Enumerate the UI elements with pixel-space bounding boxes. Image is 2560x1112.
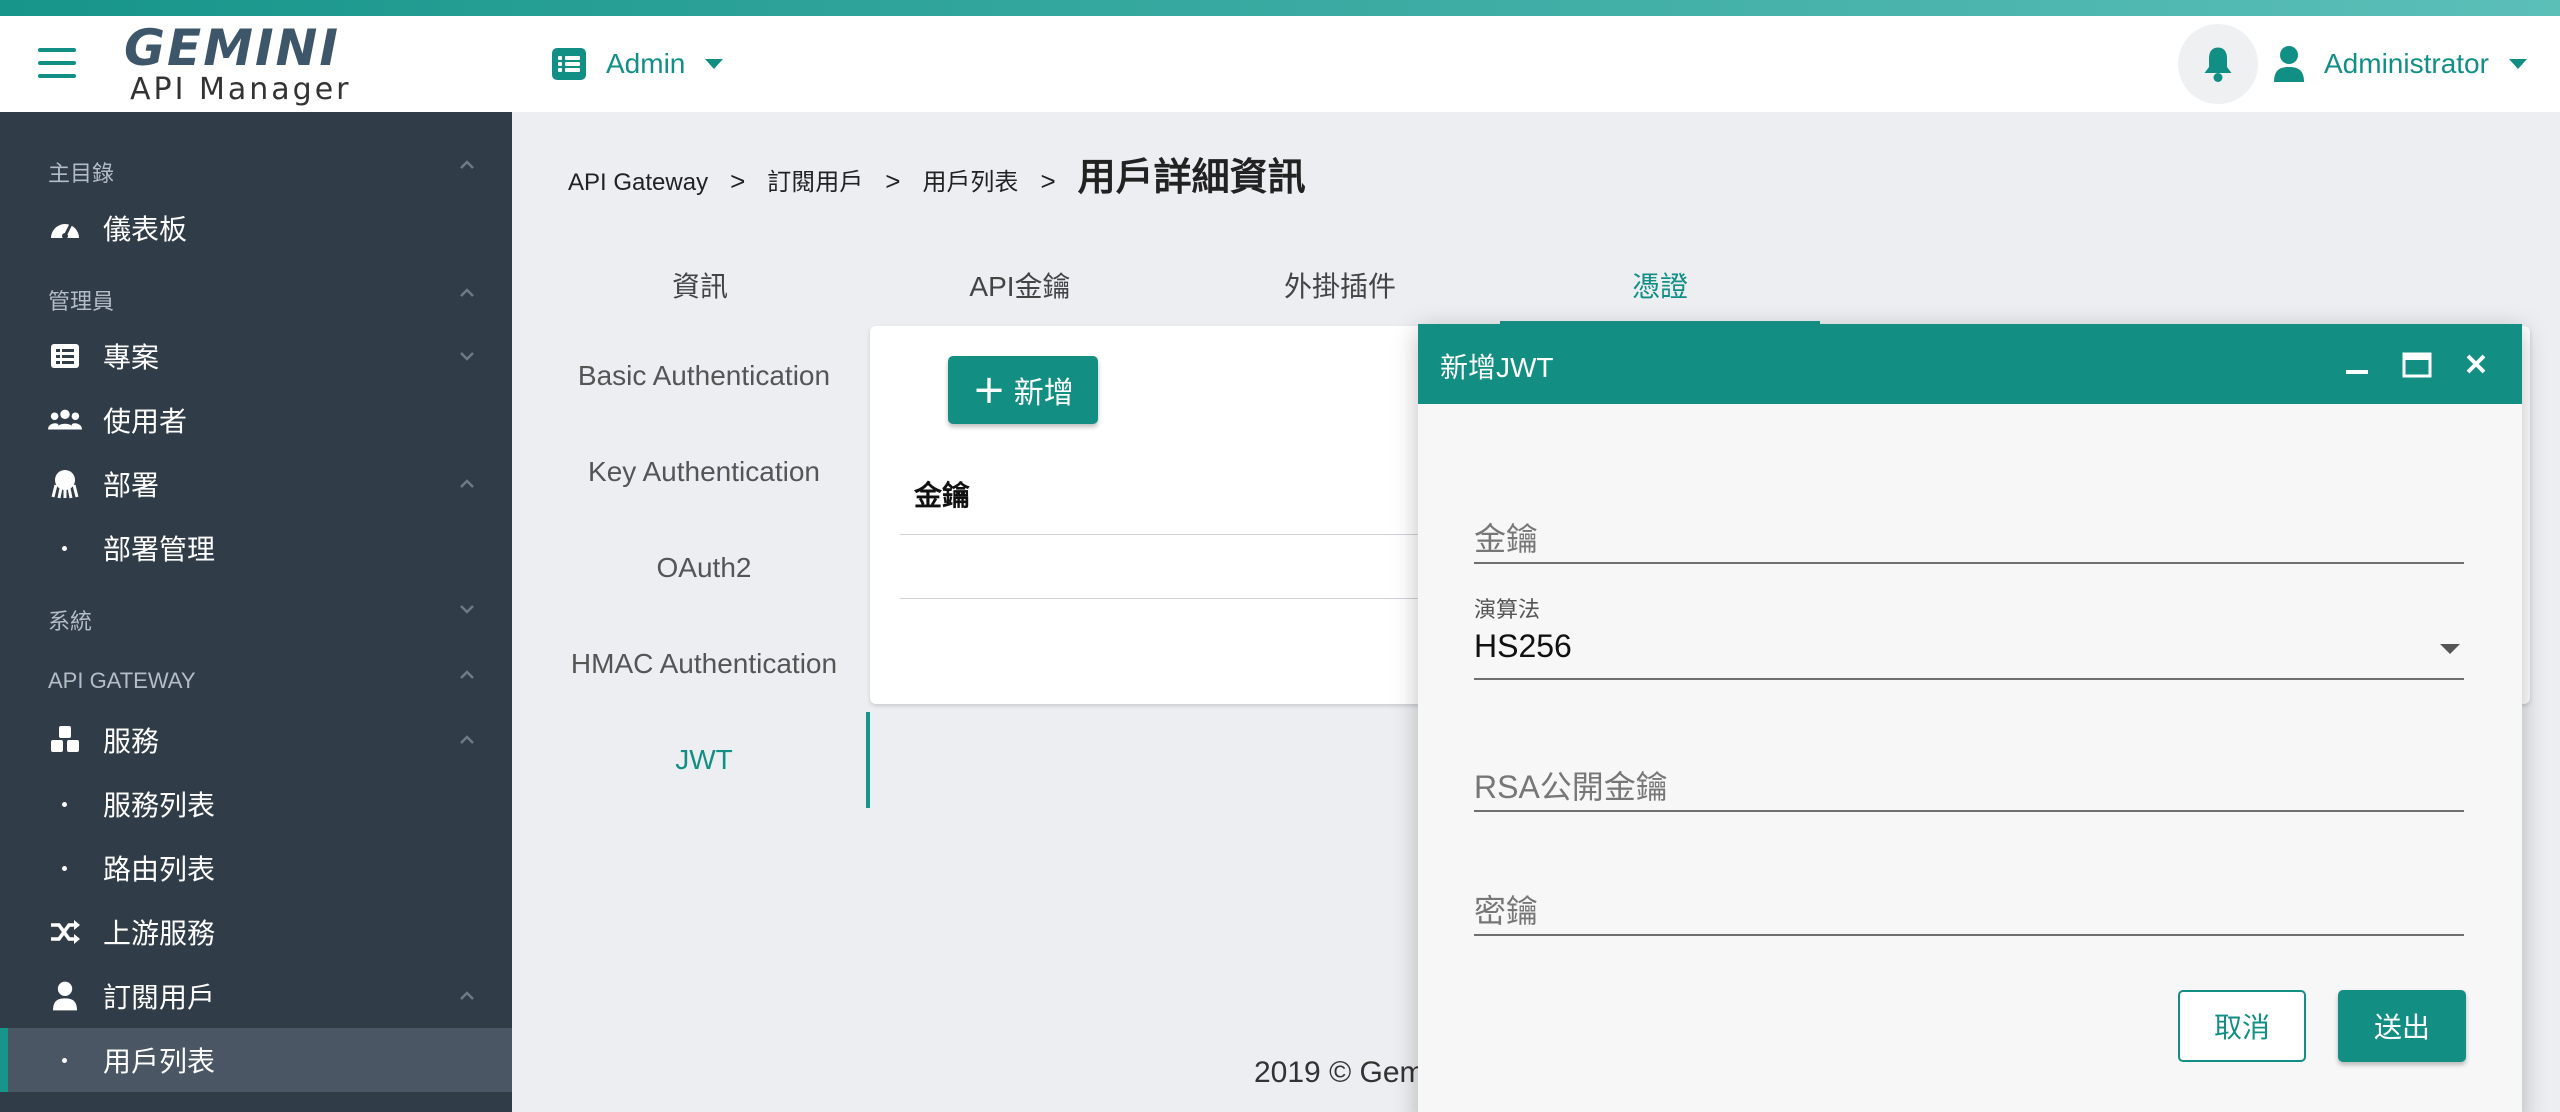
bullet-icon [62,545,67,551]
sidebar-item-label: 用戶列表 [103,1046,216,1077]
dialog-title: 新增JWT [1440,352,1554,383]
list-icon [48,339,82,373]
chevron-up-icon[interactable] [458,666,476,684]
sidebar-item-route-list[interactable]: 路由列表 [0,836,512,900]
cubes-icon [48,723,82,757]
algorithm-value: HS256 [1474,628,1572,664]
bullet-icon [62,865,67,871]
maximize-icon[interactable] [2396,344,2436,384]
minimize-icon[interactable] [2336,344,2376,384]
top-header: GEMINI API Manager Admin Administrator [0,16,2560,112]
logo-main-text: GEMINI [124,19,341,77]
bullet-icon [62,1057,67,1063]
key-placeholder: 金鑰 [1474,521,1539,557]
sidebar-section-system: 系統 [48,609,93,634]
bell-icon [2204,47,2232,82]
sidebar-item-upstream[interactable]: 上游服務 [0,900,512,964]
chevron-down-icon [2508,59,2527,69]
chevron-up-icon[interactable] [458,156,476,174]
tab-oauth2[interactable]: OAuth2 [548,520,860,616]
sidebar-section-main: 主目錄 [48,161,115,186]
tab-hmac-auth[interactable]: HMAC Authentication [548,616,860,712]
breadcrumb-separator: > [885,166,901,196]
sidebar-item-deploy-manage[interactable]: 部署管理 [0,516,512,580]
add-button-label: 新增 [1013,377,1074,410]
breadcrumb-link[interactable]: 訂閱用戶 [767,162,863,197]
app-logo[interactable]: GEMINI API Manager [124,19,352,107]
detail-tabs: 資訊 API金鑰 外掛插件 憑證 [0,246,2560,324]
user-name: Administrator [2324,48,2489,79]
sidebar-item-consumers[interactable]: 訂閱用戶 [0,964,512,1028]
rsa-placeholder: RSA公開金鑰 [1474,769,1668,805]
sidebar-item-label: 儀表板 [103,214,188,245]
breadcrumb-link[interactable]: API Gateway [568,169,708,197]
sidebar-section-gateway: API GATEWAY [48,668,196,693]
list-icon [552,48,586,80]
chevron-up-icon [460,479,474,488]
submit-button[interactable]: 送出 [2338,990,2466,1062]
sidebar-item-label: 部署 [103,470,160,501]
top-accent-strip [0,0,2560,16]
random-icon [48,915,82,949]
breadcrumb-separator: > [730,166,746,196]
cancel-button[interactable]: 取消 [2178,990,2306,1062]
user-icon [48,979,82,1013]
breadcrumb-link[interactable]: 用戶列表 [922,162,1018,197]
tab-basic-auth[interactable]: Basic Authentication [548,328,860,424]
algorithm-label: 演算法 [1474,597,1541,622]
sidebar-item-services[interactable]: 服務 [0,708,512,772]
tab-info[interactable]: 資訊 [540,246,860,324]
algorithm-select[interactable]: 演算法 HS256 [1474,592,2464,682]
sidebar-item-label: 專案 [103,342,160,373]
org-switcher[interactable]: Admin [552,44,724,84]
sidebar-item-label: 上游服務 [103,918,216,949]
sidebar-item-projects[interactable]: 專案 [0,324,512,388]
page-title: 用戶詳細資訊 [1077,157,1306,199]
add-button[interactable]: + 新增 [948,356,1098,424]
sidebar-item-users[interactable]: 使用者 [0,388,512,452]
chevron-down-icon [705,59,724,69]
tab-credentials[interactable]: 憑證 [1500,246,1820,324]
tab-jwt[interactable]: JWT [548,712,870,808]
breadcrumb: API Gateway > 訂閱用戶 > 用戶列表 > 用戶詳細資訊 [568,146,1306,201]
sidebar-item-label: 使用者 [103,406,188,437]
rsa-public-key-field[interactable]: RSA公開金鑰 [1474,752,2464,812]
user-menu[interactable]: Administrator [2274,42,2527,86]
close-icon[interactable] [2456,344,2496,384]
sidebar-item-label: 訂閱用戶 [103,982,216,1013]
dashboard-icon [48,211,82,245]
sidebar-item-consumer-list[interactable]: 用戶列表 [0,1028,512,1092]
secret-field[interactable]: 密鑰 [1474,876,2464,936]
chevron-down-icon[interactable] [458,600,476,618]
sidebar-item-deploy[interactable]: 部署 [0,452,512,516]
chevron-up-icon [460,735,474,744]
footer-copyright: 2019 © Gem [1254,1056,1425,1089]
tab-api-key[interactable]: API金鑰 [860,246,1180,324]
plus-icon: + [972,367,1006,413]
logo-sub-text: API Manager [130,72,352,107]
users-icon [48,403,82,437]
octopus-icon [48,467,82,501]
breadcrumb-separator: > [1040,166,1056,196]
sidebar-item-label: 路由列表 [103,854,216,885]
bullet-icon [62,801,67,807]
key-field[interactable]: 金鑰 [1474,504,2464,564]
chevron-up-icon [460,991,474,1000]
secret-placeholder: 密鑰 [1474,893,1539,929]
tab-plugins[interactable]: 外掛插件 [1180,246,1500,324]
user-icon [2274,46,2304,82]
dialog-titlebar[interactable]: 新增JWT [1418,324,2522,404]
org-label: Admin [606,48,686,79]
add-jwt-dialog: 新增JWT 金鑰 演算法 HS256 RSA公開金鑰 密鑰 取消 送出 [1418,324,2522,1112]
tab-key-auth[interactable]: Key Authentication [548,424,860,520]
sidebar-item-label: 部署管理 [103,534,216,565]
chevron-down-icon [460,352,474,361]
column-header-key: 金鑰 [914,480,971,511]
hamburger-menu-icon[interactable] [38,48,76,78]
sidebar-item-label: 服務 [103,726,160,757]
sidebar-item-label: 服務列表 [103,790,216,821]
notification-button[interactable] [2178,24,2258,104]
chevron-down-icon [2440,644,2460,654]
sidebar-item-service-list[interactable]: 服務列表 [0,772,512,836]
